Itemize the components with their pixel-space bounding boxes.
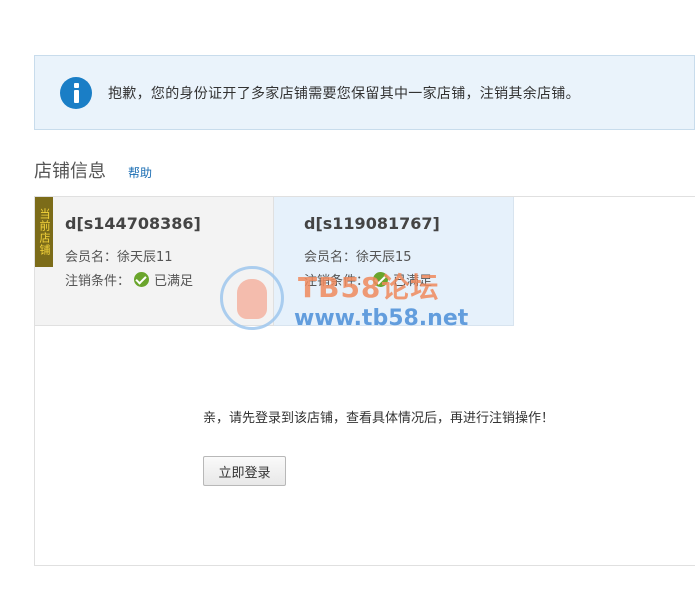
section-title: 店铺信息 — [34, 161, 106, 182]
watermark: TB58论坛 www.tb58.net — [220, 262, 480, 342]
current-store-badge: 当前店铺 — [35, 197, 53, 267]
cancel-condition-label: 注销条件： — [65, 274, 131, 289]
help-link[interactable]: 帮助 — [128, 164, 152, 181]
member-name: 会员名：徐天辰11 — [65, 250, 173, 265]
cancel-condition: 注销条件： 已满足 — [65, 270, 193, 289]
hand-logo-icon — [220, 266, 284, 330]
info-icon — [60, 76, 92, 109]
store-name: d[s144708386] — [65, 214, 201, 233]
notice-text: 抱歉，您的身份证开了多家店铺需要您保留其中一家店铺，注销其余店铺。 — [108, 85, 580, 102]
login-message: 亲，请先登录到该店铺，查看具体情况后，再进行注销操作！ — [203, 411, 555, 426]
store-panel: 当前店铺 d[s144708386] 会员名：徐天辰11 注销条件： 已满足 d… — [34, 196, 695, 566]
store-name: d[s119081767] — [304, 214, 440, 233]
notice-banner: 抱歉，您的身份证开了多家店铺需要您保留其中一家店铺，注销其余店铺。 — [34, 55, 695, 130]
watermark-url: www.tb58.net — [294, 306, 469, 331]
check-icon — [134, 272, 150, 287]
watermark-title: TB58论坛 — [298, 271, 440, 304]
login-button[interactable]: 立即登录 — [203, 456, 286, 486]
cancel-condition-status: 已满足 — [154, 274, 194, 289]
